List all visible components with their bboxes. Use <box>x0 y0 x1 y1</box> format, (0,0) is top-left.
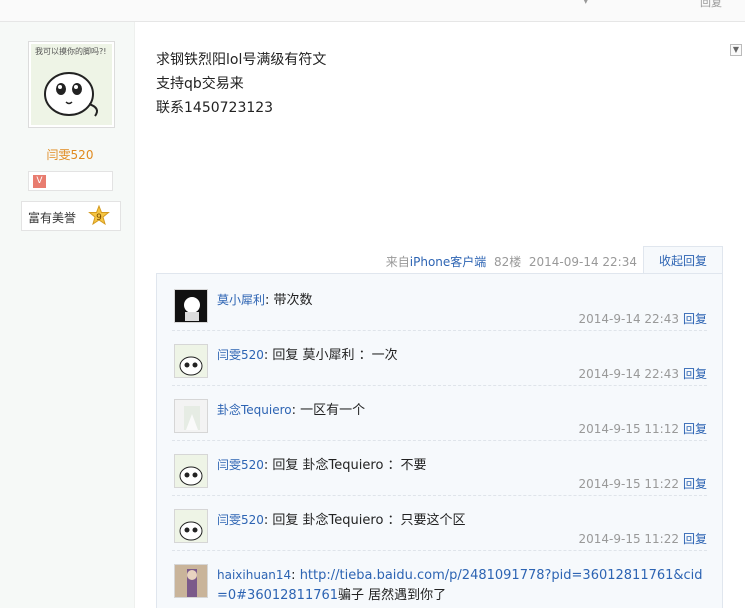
reply-time: 2014-9-15 11:12 <box>578 422 679 436</box>
reply-footer: 2014-9-15 11:22 回复 <box>578 530 707 547</box>
reply-avatar[interactable] <box>174 399 208 433</box>
reply-avatar[interactable] <box>174 509 208 543</box>
post-meta: 来自iPhone客户端 82楼 2014-09-14 22:34 <box>386 253 637 270</box>
top-reply-link[interactable]: 回复 <box>700 0 722 10</box>
client-link[interactable]: iPhone客户端 <box>410 255 487 269</box>
reply-button[interactable]: 回复 <box>683 422 707 436</box>
author-avatar[interactable]: 我可以摸你的脚吗?! <box>28 41 115 128</box>
reply-item: 闫雯520: 回复 卦念Tequiero ：只要这个区 2014-9-15 11… <box>172 496 707 551</box>
reply-footer: 2014-9-14 22:43 回复 <box>578 365 707 382</box>
honor-star-icon: 9 <box>88 205 110 226</box>
reply-text: 一区有一个 <box>300 403 366 418</box>
reply-content: 闫雯520: 回复 卦念Tequiero ：不要 <box>217 458 427 473</box>
reply-footer: 2014-9-15 11:22 回复 <box>578 475 707 492</box>
reply-content: haixihuan14: http://tieba.baidu.com/p/24… <box>217 568 703 603</box>
post-content: 求钢铁烈阳lol号满级有符文 支持qb交易来 联系1450723123 <box>156 48 326 120</box>
reply-time: 2014-9-14 22:43 <box>578 367 679 381</box>
dropdown-arrow-icon[interactable]: ▼ <box>730 44 742 56</box>
post-line: 求钢铁烈阳lol号满级有符文 <box>156 52 327 68</box>
top-toolbar: ▾ 回复 <box>0 0 745 22</box>
reply-item: haixihuan14: http://tieba.baidu.com/p/24… <box>172 551 707 606</box>
reply-item: 闫雯520: 回复 卦念Tequiero ：不要 2014-9-15 11:22… <box>172 441 707 496</box>
reply-button[interactable]: 回复 <box>683 312 707 326</box>
reply-avatar[interactable] <box>174 289 208 323</box>
reply-time: 2014-9-15 11:22 <box>578 532 679 546</box>
collapse-replies-button[interactable]: 收起回复 <box>643 246 723 274</box>
reply-username[interactable]: 闫雯520 <box>217 513 264 527</box>
reply-username[interactable]: 闫雯520 <box>217 348 264 362</box>
reply-text: 回复 卦念Tequiero ：只要这个区 <box>272 513 466 528</box>
reply-username[interactable]: 卦念Tequiero <box>217 403 292 417</box>
reply-time: 2014-9-14 22:43 <box>578 312 679 326</box>
reply-time: 2014-9-15 11:22 <box>578 477 679 491</box>
reply-content: 闫雯520: 回复 莫小犀利 ：一次 <box>217 348 398 363</box>
reply-item: 闫雯520: 回复 莫小犀利 ：一次 2014-9-14 22:43 回复 <box>172 331 707 386</box>
honor-badge: 富有美誉 9 <box>21 201 121 231</box>
reply-text: 带次数 <box>273 293 313 308</box>
reply-item: 莫小犀利: 带次数 2014-9-14 22:43 回复 <box>172 276 707 331</box>
reply-button[interactable]: 回复 <box>683 367 707 381</box>
reply-avatar[interactable] <box>174 454 208 488</box>
reply-content: 闫雯520: 回复 卦念Tequiero ：只要这个区 <box>217 513 466 528</box>
honor-level: 9 <box>96 213 102 223</box>
reply-content: 莫小犀利: 带次数 <box>217 293 313 308</box>
reply-username[interactable]: 莫小犀利 <box>217 293 265 307</box>
reply-item: 卦念Tequiero: 一区有一个 2014-9-15 11:12 回复 <box>172 386 707 441</box>
reply-button[interactable]: 回复 <box>683 532 707 546</box>
post-time: 2014-09-14 22:34 <box>528 255 637 269</box>
honor-title: 富有美誉 <box>28 211 77 225</box>
reply-content: 卦念Tequiero: 一区有一个 <box>217 403 366 418</box>
reply-button[interactable]: 回复 <box>683 477 707 491</box>
reply-text: 骗子 居然遇到你了 <box>338 588 447 603</box>
reply-username[interactable]: haixihuan14 <box>217 568 291 582</box>
member-badge: V <box>28 171 113 191</box>
badge-icon: V <box>33 175 46 188</box>
toolbar-edge-icon: ▾ <box>583 0 589 7</box>
reply-footer: 2014-9-15 11:12 回复 <box>578 420 707 437</box>
reply-text: 回复 卦念Tequiero ：不要 <box>272 458 427 473</box>
reply-avatar[interactable] <box>174 344 208 378</box>
avatar-caption: 我可以摸你的脚吗?! <box>35 47 107 56</box>
reply-footer: 2014-9-14 22:43 回复 <box>578 310 707 327</box>
reply-avatar[interactable] <box>174 564 208 598</box>
reply-text: 回复 莫小犀利 ：一次 <box>272 348 398 363</box>
author-name[interactable]: 闫雯520 <box>0 146 140 163</box>
floor-number: 82楼 <box>493 255 522 269</box>
reply-list: 莫小犀利: 带次数 2014-9-14 22:43 回复 闫雯520: 回复 莫小… <box>156 273 723 608</box>
post-line: 联系1450723123 <box>156 100 274 116</box>
reply-username[interactable]: 闫雯520 <box>217 458 264 472</box>
source-prefix: 来自 <box>385 255 410 269</box>
post-line: 支持qb交易来 <box>156 76 244 92</box>
